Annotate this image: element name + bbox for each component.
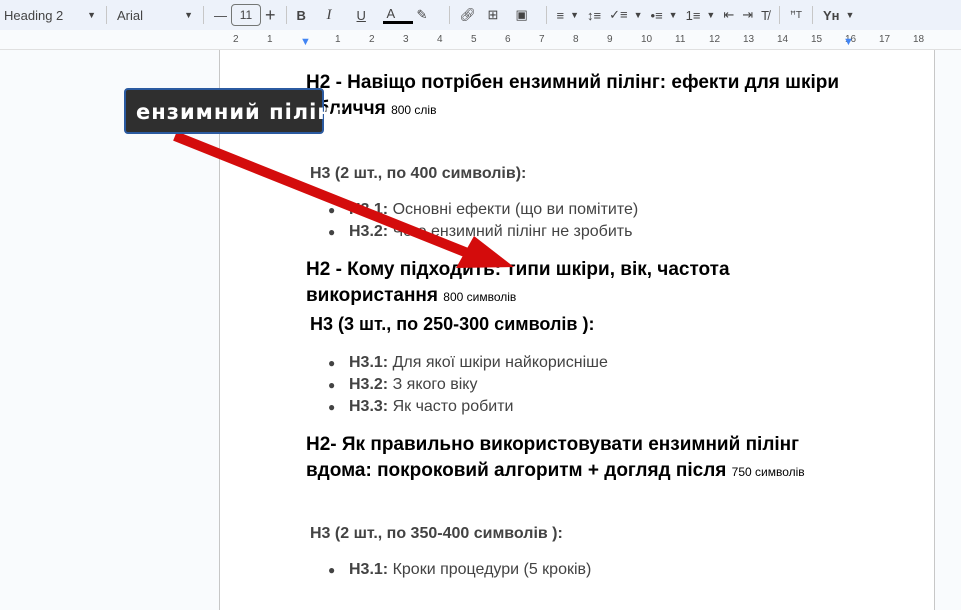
ruler-label: 12 — [709, 34, 721, 45]
ruler-label: 1 — [335, 34, 341, 45]
chevron-down-icon: ▼ — [87, 10, 96, 20]
heading-section-2: H2 - Кому підходить: типи шкіри, вік, ча… — [306, 259, 730, 306]
ruler-label: 2 — [369, 34, 375, 45]
ruler[interactable]: 2 1 1 2 3 4 5 6 7 8 9 10 11 12 13 14 15 16 17 18 ▼ ▼ — [0, 30, 961, 50]
spellcheck-icon[interactable]: ꟸT — [786, 3, 806, 27]
highlight-icon[interactable]: ✎ — [413, 3, 443, 27]
ruler-label: 5 — [471, 34, 477, 45]
decrease-indent-icon[interactable]: ⇤ — [719, 3, 738, 27]
list-section-1: H3.1: Основні ефекти (що ви помітите) H3… — [328, 199, 866, 243]
ruler-label: 14 — [777, 34, 789, 45]
ruler-label: 1 — [267, 34, 273, 45]
ruler-label: 11 — [675, 34, 686, 45]
list-item: H3.1: Основні ефекти (що ви помітите) — [328, 199, 866, 221]
ruler-label: 8 — [573, 34, 579, 45]
image-icon[interactable]: ▣ — [512, 3, 540, 27]
comment-icon[interactable]: ⊞ — [484, 3, 512, 27]
decrease-font-button[interactable]: — — [210, 3, 231, 27]
ruler-label: 18 — [913, 34, 925, 45]
annotation-label: ензимний пілінг — [124, 88, 344, 134]
bullet-list-icon[interactable]: •≡ ▼ — [647, 3, 682, 27]
text-color-icon[interactable]: A — [382, 6, 413, 24]
underline-icon[interactable]: U — [353, 3, 383, 27]
italic-icon[interactable]: I — [323, 3, 353, 27]
divider — [811, 6, 813, 24]
font-value: Arial — [117, 7, 144, 23]
ruler-label: 6 — [505, 34, 511, 45]
list-section-2: H3.1: Для якої шкіри найкорисніше H3.2: … — [328, 352, 866, 418]
style-value: Heading 2 — [4, 7, 64, 23]
divider — [203, 6, 204, 24]
heading-section-3: H2- Як правильно використовувати ензимни… — [306, 434, 805, 481]
divider — [448, 6, 450, 24]
style-select[interactable]: Heading 2 ▼ — [0, 3, 100, 27]
document-body[interactable]: H2 - Навіщо потрібен ензимний пілінг: еф… — [306, 70, 866, 581]
list-item: H3.2: З якого віку — [328, 374, 866, 396]
ruler-label: 3 — [403, 34, 409, 45]
list-item: H3.1: Для якої шкіри найкорисніше — [328, 352, 866, 374]
heading-section-1: H2 - Навіщо потрібен ензимний пілінг: еф… — [306, 72, 840, 119]
checklist-icon[interactable]: ✓≡ ▼ — [605, 3, 646, 27]
divider — [106, 6, 107, 24]
toolbar: Heading 2 ▼ Arial ▼ — 11 + B I U A ✎ 🔗︎ ⊞ … — [0, 0, 961, 30]
subheading-section-1: H3 (2 шт., по 400 символів): — [310, 165, 527, 182]
ruler-label: 9 — [607, 34, 613, 45]
clear-format-icon[interactable]: T̸ — [757, 3, 773, 27]
line-spacing-icon[interactable]: ↕≡ — [583, 3, 605, 27]
divider — [545, 6, 547, 24]
word-count-note: 800 слів — [391, 103, 437, 117]
subheading-section-2: H3 (3 шт., по 250-300 символів ): — [310, 314, 595, 334]
indent-marker-icon[interactable]: ▼ — [300, 36, 311, 48]
ruler-label: 17 — [879, 34, 891, 45]
link-icon[interactable]: 🔗︎ — [456, 3, 484, 27]
increase-font-button[interactable]: + — [261, 3, 280, 27]
increase-indent-icon[interactable]: ⇥ — [738, 3, 757, 27]
indent-marker-icon[interactable]: ▼ — [843, 36, 854, 48]
list-item: H3.2: Чого ензимний пілінг не зробить — [328, 221, 866, 243]
font-select[interactable]: Arial ▼ — [113, 3, 197, 27]
list-item: H3.3: Як часто робити — [328, 396, 866, 418]
ruler-label: 4 — [437, 34, 443, 45]
bold-icon[interactable]: B — [293, 3, 323, 27]
numbered-list-icon[interactable]: 1≡ ▼ — [682, 3, 720, 27]
input-tools-icon[interactable]: Yн ▼ — [819, 3, 858, 27]
subheading-section-3: H3 (2 шт., по 350-400 символів ): — [310, 525, 563, 542]
align-icon[interactable]: ≡ ▼ — [553, 3, 584, 27]
divider — [779, 6, 781, 24]
ruler-label: 13 — [743, 34, 755, 45]
divider — [285, 6, 287, 24]
font-size-input[interactable]: 11 — [231, 4, 261, 26]
list-item: H3.1: Кроки процедури (5 кроків) — [328, 559, 866, 581]
ruler-label: 7 — [539, 34, 545, 45]
chevron-down-icon: ▼ — [184, 10, 193, 20]
list-section-3: H3.1: Кроки процедури (5 кроків) — [328, 559, 866, 581]
ruler-label: 10 — [641, 34, 653, 45]
ruler-label: 2 — [233, 34, 239, 45]
word-count-note: 750 символів — [731, 465, 805, 479]
ruler-label: 15 — [811, 34, 823, 45]
word-count-note: 800 символів — [443, 290, 517, 304]
